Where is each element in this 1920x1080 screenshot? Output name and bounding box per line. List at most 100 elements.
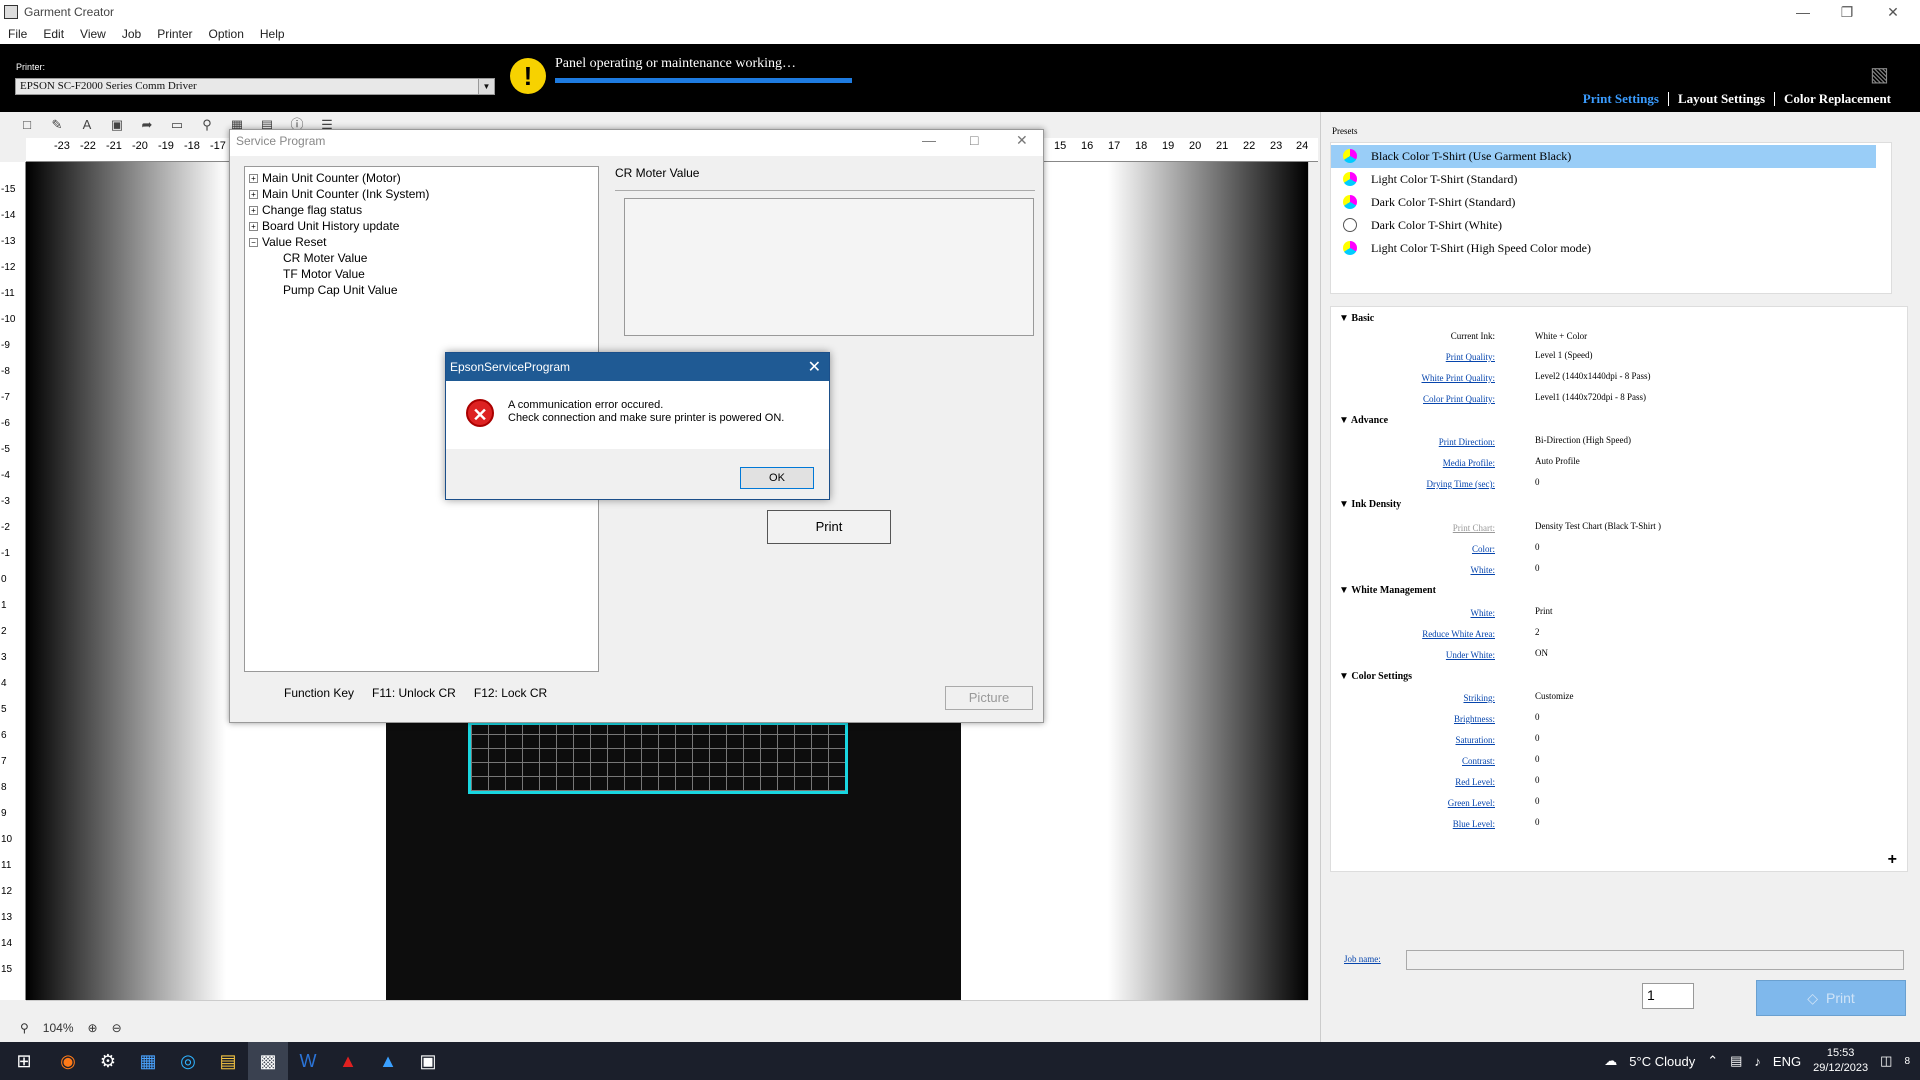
tree-item[interactable]: + Board Unit History update — [249, 219, 399, 233]
setting-label[interactable]: Print Direction: — [1439, 437, 1495, 447]
maximize-button[interactable]: □ — [970, 132, 978, 148]
menu-option[interactable]: Option — [201, 27, 252, 41]
menu-help[interactable]: Help — [252, 27, 293, 41]
zoom-in-icon[interactable]: ⊕ — [88, 1021, 98, 1035]
preset-item[interactable]: Dark Color T-Shirt (White) — [1331, 214, 1876, 237]
setting-label[interactable]: Contrast: — [1462, 756, 1495, 766]
tray-chevron-icon[interactable]: ⌃ — [1707, 1053, 1718, 1069]
tree-item[interactable]: + Main Unit Counter (Ink System) — [249, 187, 429, 201]
printer-select[interactable]: EPSON SC-F2000 Series Comm Driver ▼ — [15, 78, 495, 95]
windows-start-icon[interactable]: ⊞ — [0, 1042, 48, 1080]
section-advance[interactable]: ▼ Advance — [1339, 415, 1388, 426]
minimize-button[interactable]: — — [1782, 0, 1824, 24]
job-name-input[interactable] — [1406, 950, 1904, 970]
tree-item[interactable]: Pump Cap Unit Value — [283, 283, 398, 297]
save-icon[interactable]: ▣ — [108, 116, 126, 134]
edge-icon[interactable]: ◎ — [168, 1042, 208, 1080]
setting-label[interactable]: Reduce White Area: — [1422, 629, 1495, 639]
setting-label[interactable]: Print Quality: — [1446, 352, 1495, 362]
section-ink-density[interactable]: ▼ Ink Density — [1339, 499, 1401, 510]
tree-item[interactable]: + Change flag status — [249, 203, 362, 217]
setting-label[interactable]: White: — [1471, 565, 1496, 575]
setting-value[interactable]: Customize — [1535, 691, 1574, 701]
zoom-out-icon[interactable]: ⊖ — [112, 1021, 122, 1035]
expand-icon[interactable]: + — [249, 222, 258, 232]
maximize-button[interactable]: ❐ — [1826, 0, 1868, 24]
tab-layout-settings[interactable]: Layout Settings — [1667, 92, 1774, 106]
menu-printer[interactable]: Printer — [149, 27, 200, 41]
setting-label[interactable]: White: — [1471, 608, 1496, 618]
tree-item[interactable]: + Main Unit Counter (Motor) — [249, 171, 401, 185]
menu-job[interactable]: Job — [114, 27, 149, 41]
expand-icon[interactable]: + — [249, 174, 258, 184]
minimize-button[interactable]: — — [922, 132, 936, 148]
setting-label[interactable]: Blue Level: — [1453, 819, 1495, 829]
image-viewer-icon[interactable]: ▲ — [368, 1042, 408, 1080]
close-icon[interactable]: ✕ — [808, 357, 821, 377]
service-print-button[interactable]: Print — [767, 510, 891, 544]
section-color-settings[interactable]: ▼ Color Settings — [1339, 671, 1412, 682]
language-indicator[interactable]: ENG — [1773, 1054, 1801, 1069]
close-button[interactable]: ✕ — [1016, 132, 1028, 149]
share-icon[interactable]: ➦ — [138, 116, 156, 134]
tab-color-replacement[interactable]: Color Replacement — [1774, 92, 1900, 106]
print-area-grid[interactable] — [468, 722, 848, 794]
setting-value[interactable]: 0 — [1535, 563, 1540, 573]
preset-item[interactable]: Light Color T-Shirt (High Speed Color mo… — [1331, 237, 1876, 260]
preset-item[interactable]: Dark Color T-Shirt (Standard) — [1331, 191, 1876, 214]
menu-view[interactable]: View — [72, 27, 114, 41]
network-icon[interactable]: ▤ — [1730, 1053, 1742, 1069]
setting-value[interactable]: 0 — [1535, 733, 1540, 743]
ok-button[interactable]: OK — [740, 467, 814, 489]
preset-item[interactable]: Black Color T-Shirt (Use Garment Black) — [1331, 145, 1876, 168]
section-basic[interactable]: ▼ Basic — [1339, 313, 1374, 324]
setting-label[interactable]: Color Print Quality: — [1423, 394, 1495, 404]
menu-file[interactable]: File — [0, 27, 35, 41]
open-folder-icon[interactable]: ✎ — [48, 116, 66, 134]
garment-creator-icon[interactable]: ▩ — [248, 1042, 288, 1080]
collapse-icon[interactable]: − — [249, 238, 258, 248]
setting-label[interactable]: Under White: — [1446, 650, 1495, 660]
setting-value[interactable]: Print — [1535, 606, 1553, 616]
clock[interactable]: 15:53 29/12/2023 — [1813, 1046, 1868, 1076]
setting-value[interactable]: 0 — [1535, 775, 1540, 785]
setting-value[interactable]: Level1 (1440x720dpi - 8 Pass) — [1535, 392, 1646, 402]
setting-value[interactable]: Density Test Chart (Black T-Shirt ) — [1535, 521, 1661, 531]
acrobat-icon[interactable]: ▲ — [328, 1042, 368, 1080]
settings-gear-icon[interactable]: ⚙ — [88, 1042, 128, 1080]
notifications-icon[interactable]: ◫ — [1880, 1053, 1892, 1069]
weather-icon[interactable]: ☁ — [1604, 1053, 1617, 1069]
copies-stepper[interactable]: 1 — [1642, 983, 1694, 1009]
setting-label[interactable]: Saturation: — [1456, 735, 1496, 745]
canvas-vertical-scrollbar[interactable] — [1308, 162, 1320, 1000]
setting-value[interactable]: 0 — [1535, 477, 1540, 487]
word-icon[interactable]: W — [288, 1042, 328, 1080]
add-icon[interactable]: + — [1888, 851, 1897, 869]
menu-edit[interactable]: Edit — [35, 27, 72, 41]
new-file-icon[interactable]: □ — [18, 116, 36, 134]
expand-icon[interactable]: + — [249, 206, 258, 216]
setting-value[interactable]: 0 — [1535, 754, 1540, 764]
tree-item[interactable]: CR Moter Value — [283, 251, 367, 265]
setting-value[interactable]: Level2 (1440x1440dpi - 8 Pass) — [1535, 371, 1650, 381]
expand-icon[interactable]: + — [249, 190, 258, 200]
close-button[interactable]: ✕ — [1872, 0, 1914, 24]
epson-app-icon[interactable]: ▦ — [128, 1042, 168, 1080]
camera-off-icon[interactable]: ▧ — [1870, 62, 1898, 86]
setting-label[interactable]: Green Level: — [1448, 798, 1495, 808]
picture-button[interactable]: Picture — [945, 686, 1033, 710]
setting-value[interactable]: 0 — [1535, 817, 1540, 827]
text-icon[interactable]: A — [78, 116, 96, 134]
setting-label[interactable]: Color: — [1472, 544, 1495, 554]
setting-value[interactable]: Auto Profile — [1535, 456, 1580, 466]
zoom-icon[interactable]: ⚲ — [20, 1021, 29, 1035]
setting-label[interactable]: Drying Time (sec): — [1427, 479, 1496, 489]
tree-item[interactable]: TF Motor Value — [283, 267, 365, 281]
setting-value[interactable]: Bi-Direction (High Speed) — [1535, 435, 1631, 445]
zoom-icon[interactable]: ⚲ — [198, 116, 216, 134]
tree-item[interactable]: − Value Reset — [249, 235, 326, 249]
setting-value[interactable]: 2 — [1535, 627, 1540, 637]
cr-value-textbox[interactable] — [624, 198, 1034, 336]
canvas-horizontal-scrollbar[interactable] — [26, 1000, 1308, 1014]
frame-icon[interactable]: ▭ — [168, 116, 186, 134]
